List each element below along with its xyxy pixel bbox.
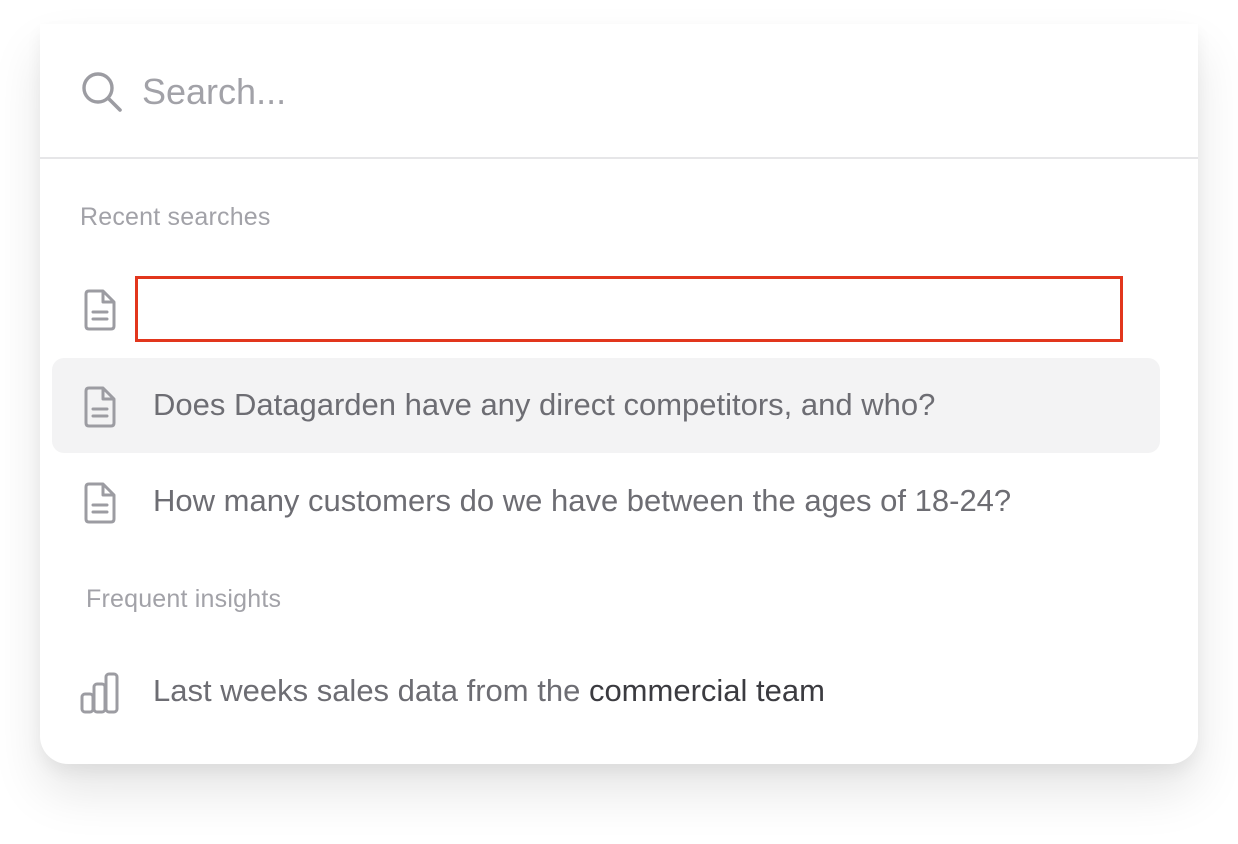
recent-search-edit-input[interactable] [135,276,1123,342]
recent-search-item[interactable]: How many customers do we have between th… [52,454,1160,549]
insight-text-emphasis: commercial team [588,673,825,708]
recent-search-item[interactable]: Does Datagarden have any direct competit… [52,358,1160,453]
bar-chart-icon [80,671,120,715]
frequent-insight-item[interactable]: Last weeks sales data from the commercia… [52,644,1160,739]
document-icon [80,288,120,332]
recent-searches-heading: Recent searches [80,203,271,231]
recent-search-text: Does Datagarden have any direct competit… [153,387,936,422]
document-icon [80,385,120,429]
search-bar [40,24,1198,159]
search-icon [80,70,124,114]
frequent-insights-heading: Frequent insights [86,585,282,613]
document-icon [80,481,120,525]
insight-text-prefix: Last weeks sales data from the [153,673,589,708]
frequent-insight-text: Last weeks sales data from the commercia… [153,673,825,709]
search-panel: Recent searches Does Datagarden have any… [40,24,1198,764]
search-input[interactable] [142,64,1142,120]
recent-search-item-editing[interactable] [52,261,1160,356]
recent-search-text: How many customers do we have between th… [153,483,1012,518]
